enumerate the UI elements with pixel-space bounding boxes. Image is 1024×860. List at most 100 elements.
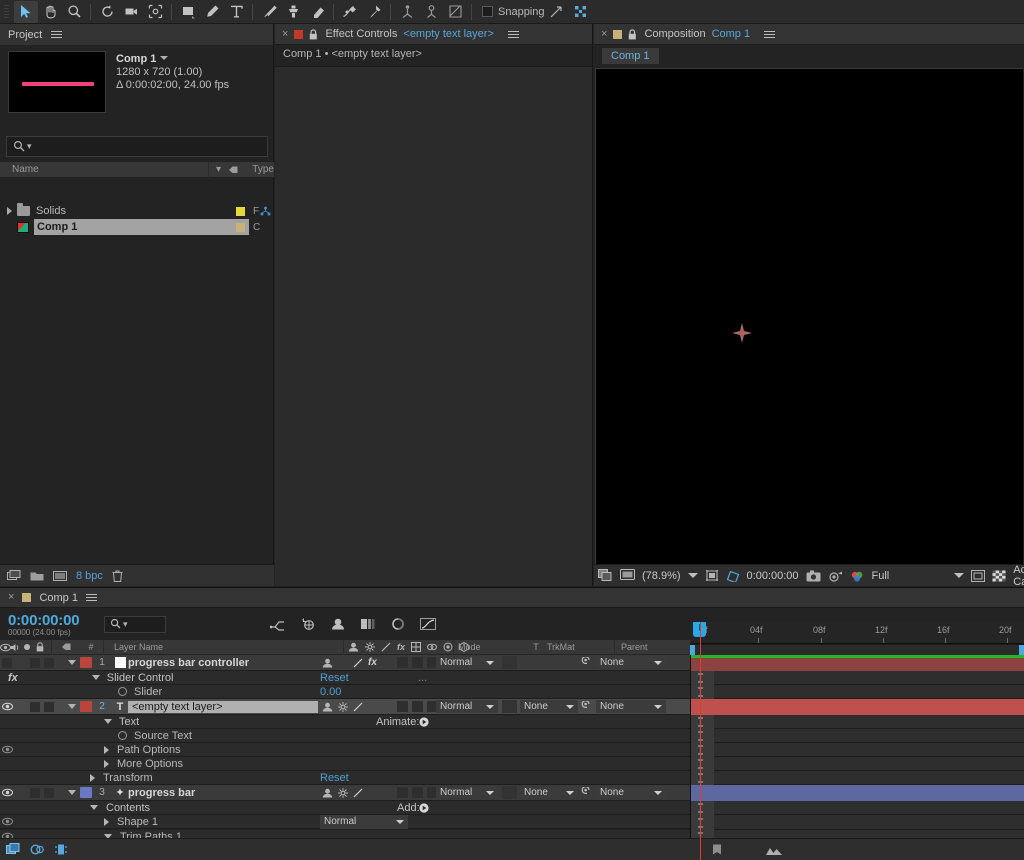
column-sort-icon[interactable]: ▾ [209, 164, 229, 175]
take-snapshot-icon[interactable] [806, 570, 821, 582]
solo-switch[interactable] [28, 700, 42, 714]
column-header-track-matte-t[interactable]: T [528, 642, 544, 652]
disclosure-triangle-icon[interactable] [90, 773, 95, 782]
trkmat-dropdown[interactable]: None [520, 700, 578, 713]
layer-mode-dropdown[interactable]: Normal [436, 656, 498, 669]
composition-menu-icon[interactable] [764, 29, 776, 39]
timeline-tab[interactable]: × Comp 1 [0, 588, 1024, 608]
motion-blur-switch[interactable] [350, 786, 365, 800]
timeline-menu-icon[interactable] [85, 593, 97, 602]
parent-dropdown[interactable]: None [596, 656, 666, 669]
label-color-swatch[interactable] [236, 206, 245, 216]
stopwatch-icon[interactable] [118, 687, 127, 696]
frame-blend-switch[interactable] [380, 656, 395, 670]
timeline-property-row-source-text[interactable]: Source Text [0, 729, 690, 743]
disclosure-triangle-icon[interactable] [90, 805, 98, 810]
effects-switch[interactable] [335, 786, 350, 800]
effect-controls-menu-icon[interactable] [507, 29, 519, 39]
selection-tool[interactable] [14, 0, 38, 23]
timeline-property-row-slider[interactable]: Slider 0.00 [0, 685, 690, 699]
eraser-tool[interactable] [305, 1, 329, 23]
clone-stamp-tool[interactable] [281, 1, 305, 23]
layer-bar-1[interactable] [691, 658, 1024, 671]
collapse-switch[interactable] [410, 786, 425, 800]
show-snapshot-icon[interactable] [828, 570, 843, 582]
graph-editor-icon[interactable] [420, 617, 436, 631]
composition-mini-flowchart-icon[interactable] [270, 617, 286, 631]
camera-tool[interactable] [119, 1, 143, 23]
collapse-switch[interactable] [410, 656, 425, 670]
motion-blur-switch[interactable] [350, 656, 365, 670]
layer-bar-3[interactable] [691, 785, 1024, 801]
video-switch[interactable] [0, 656, 14, 670]
disclosure-triangle-icon[interactable] [91, 675, 100, 680]
layer-twirl-icon[interactable] [66, 790, 78, 795]
snapping-checkbox[interactable] [482, 6, 493, 17]
effect-reset-link[interactable]: Reset [320, 672, 349, 684]
shy-switch[interactable] [320, 786, 335, 800]
new-folder-icon[interactable] [30, 570, 44, 581]
video-switch[interactable] [0, 815, 14, 829]
column-header-layer-name[interactable]: Layer Name [103, 639, 343, 655]
grid-guides-icon[interactable] [726, 569, 740, 582]
close-icon[interactable]: × [8, 592, 14, 603]
zoom-tool[interactable] [62, 1, 86, 23]
puppet-mesh-tool[interactable] [443, 1, 467, 23]
disclosure-triangle-icon[interactable] [7, 207, 12, 215]
current-time-display[interactable]: 0:00:00:00 [747, 570, 799, 582]
disclosure-triangle-icon[interactable] [104, 759, 109, 768]
animate-menu-icon[interactable] [419, 716, 429, 727]
delete-icon[interactable] [112, 570, 123, 582]
layer-label-color[interactable] [80, 657, 92, 668]
channel-rgb-icon[interactable] [850, 570, 865, 582]
motion-graph-icon[interactable] [765, 844, 783, 856]
adjustment-switch[interactable] [395, 656, 410, 670]
timeline-group-row-contents[interactable]: Contents Add: [0, 801, 690, 815]
motion-blur-switch[interactable] [350, 700, 365, 714]
effect-options-ellipsis[interactable]: ... [418, 672, 427, 684]
align-distribute-icon[interactable] [545, 1, 569, 23]
effect-controls-body[interactable] [275, 66, 592, 586]
audio-switch[interactable] [14, 656, 28, 670]
work-area-bar[interactable] [690, 644, 1024, 656]
solo-switch[interactable] [28, 786, 42, 800]
timeline-group-row-more-options[interactable]: More Options [0, 757, 690, 771]
layer-name[interactable]: <empty text layer> [128, 700, 318, 713]
comp-marker-bin-icon[interactable] [710, 843, 724, 856]
composition-tab[interactable]: × Composition Comp 1 [594, 24, 1024, 45]
frame-blend-switch[interactable] [380, 700, 395, 714]
layer-twirl-icon[interactable] [66, 660, 78, 665]
layer-bar-2[interactable] [691, 699, 1024, 715]
composition-chip[interactable]: Comp 1 [602, 48, 659, 64]
layer-label-color[interactable] [80, 701, 92, 712]
pan-behind-anchor-tool[interactable] [143, 1, 167, 23]
hide-shy-layers-icon[interactable] [330, 617, 346, 631]
solo-switch[interactable] [28, 656, 42, 670]
motion-blur-footer-icon[interactable] [30, 843, 45, 856]
column-header-trkmat[interactable]: TrkMat [544, 642, 614, 652]
collapse-switch[interactable] [410, 700, 425, 714]
effects-switch[interactable] [335, 656, 350, 670]
stopwatch-icon[interactable] [118, 731, 127, 740]
hand-tool[interactable] [38, 1, 62, 23]
video-switch[interactable] [0, 743, 14, 757]
video-switch[interactable] [0, 786, 14, 800]
disclosure-triangle-icon[interactable] [104, 745, 109, 754]
puppet-starch-tool[interactable] [419, 1, 443, 23]
brush-tool[interactable] [257, 1, 281, 23]
fx-switch[interactable]: fx [365, 656, 380, 670]
track-matte-box[interactable] [502, 786, 517, 799]
video-switch[interactable] [0, 700, 14, 714]
layer-name[interactable]: progress bar [128, 787, 195, 799]
transform-reset-link[interactable]: Reset [320, 772, 349, 784]
effect-controls-tab[interactable]: × Effect Controls <empty text layer> [275, 24, 592, 45]
project-search-input[interactable]: ▾ [6, 136, 268, 157]
puppet-pin-tool[interactable] [362, 1, 386, 23]
enable-motion-blur-icon[interactable] [390, 617, 406, 631]
timeline-group-row-shape-1[interactable]: Shape 1 Normal [0, 814, 690, 829]
close-icon[interactable]: × [282, 28, 288, 40]
roto-brush-tool[interactable] [338, 1, 362, 23]
audio-switch[interactable] [14, 700, 28, 714]
column-header-parent[interactable]: Parent [614, 639, 690, 655]
timeline-group-row-text[interactable]: Text Animate: [0, 715, 690, 729]
